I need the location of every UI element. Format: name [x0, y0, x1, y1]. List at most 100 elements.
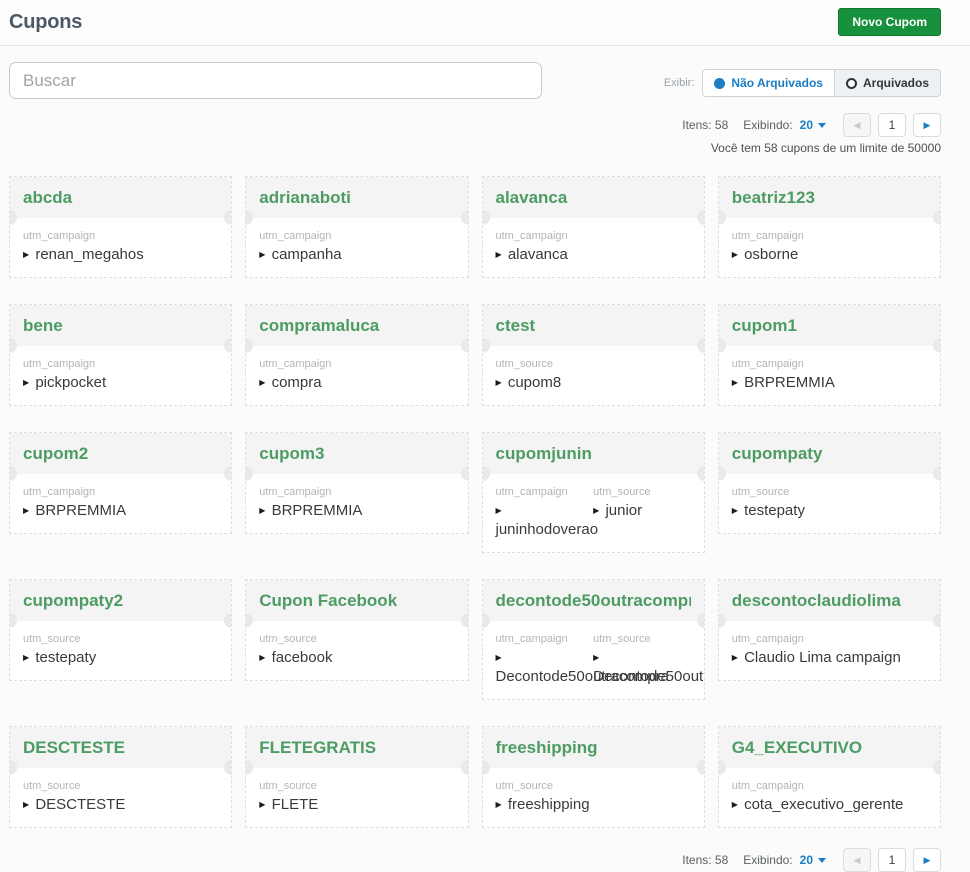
coupon-card[interactable]: abcda utm_campaign ▶ renan_megahos — [9, 176, 232, 278]
caret-down-icon — [818, 858, 826, 863]
new-coupon-button[interactable]: Novo Cupom — [838, 8, 941, 36]
current-page-button[interactable]: 1 — [878, 848, 906, 872]
utm-field: utm_campaign▶ Decontode50outracompra — [496, 630, 594, 686]
coupon-card-header: cupompaty2 — [10, 580, 231, 621]
coupon-card[interactable]: Cupon Facebook utm_source▶ facebook — [245, 579, 468, 681]
caret-right-icon: ▶ — [259, 653, 265, 662]
utm-field: utm_campaign▶ juninhodoverao — [496, 483, 594, 539]
radio-selected-icon — [714, 78, 725, 89]
current-page-number: 1 — [889, 853, 896, 867]
utm-field: utm_campaign▶ campanha — [259, 227, 454, 264]
caret-left-icon: ◀ — [854, 856, 861, 865]
toggle-archived-label: Arquivados — [863, 76, 929, 90]
radio-unselected-icon — [846, 78, 857, 89]
utm-field: utm_source▶ testepaty — [732, 483, 927, 520]
toggle-not-archived-label: Não Arquivados — [731, 76, 823, 90]
coupon-card-body: utm_campaign▶ BRPREMMIA — [719, 346, 940, 405]
coupon-card[interactable]: cupomjunin utm_campaign▶ juninhodoveraou… — [482, 432, 705, 553]
utm-field: utm_campaign▶ pickpocket — [23, 355, 218, 392]
coupon-title: ctest — [496, 316, 691, 336]
coupon-card-header: cupom3 — [246, 433, 467, 474]
utm-field: utm_campaign▶ Claudio Lima campaign — [732, 630, 927, 667]
utm-field: utm_campaign ▶ renan_megahos — [23, 227, 218, 264]
prev-page-button[interactable]: ◀ — [843, 113, 871, 137]
page-size-dropdown[interactable]: 20 — [800, 118, 826, 132]
coupon-card-body: utm_campaign▶ cota_executivo_gerente — [719, 768, 940, 827]
coupon-card[interactable]: descontoclaudiolima utm_campaign▶ Claudi… — [718, 579, 941, 681]
next-page-button[interactable]: ▶ — [913, 113, 941, 137]
caret-right-icon: ▶ — [23, 506, 29, 515]
utm-field-value: ▶ renan_megahos — [23, 245, 218, 264]
caret-right-icon: ▶ — [259, 378, 265, 387]
coupon-card-header: bene — [10, 305, 231, 346]
page-size-dropdown[interactable]: 20 — [800, 853, 826, 867]
coupon-title: alavanca — [496, 188, 691, 208]
caret-right-icon: ▶ — [23, 378, 29, 387]
ticket-notch-right — [224, 466, 232, 481]
next-page-button[interactable]: ▶ — [913, 848, 941, 872]
caret-right-icon: ▶ — [924, 121, 931, 130]
coupon-card[interactable]: cupompaty2 utm_source▶ testepaty — [9, 579, 232, 681]
coupon-title: cupompaty — [732, 444, 927, 464]
coupon-title: cupom1 — [732, 316, 927, 336]
coupon-card[interactable]: cupom1 utm_campaign▶ BRPREMMIA — [718, 304, 941, 406]
coupon-card[interactable]: cupom3 utm_campaign▶ BRPREMMIA — [245, 432, 468, 534]
caret-right-icon: ▶ — [732, 378, 738, 387]
utm-field: utm_campaign▶ compra — [259, 355, 454, 392]
coupon-card[interactable]: G4_EXECUTIVO utm_campaign▶ cota_executiv… — [718, 726, 941, 828]
coupon-card[interactable]: adrianaboti utm_campaign▶ campanha — [245, 176, 468, 278]
utm-field: utm_source▶ cupom8 — [496, 355, 691, 392]
coupon-title: DESCTESTE — [23, 738, 218, 758]
coupon-card-body: utm_campaign ▶ renan_megahos — [10, 218, 231, 277]
pagination-top-row: Itens: 58 Exibindo: 20 ◀ 1 ▶ — [682, 113, 941, 137]
page-size-value: 20 — [800, 118, 813, 132]
coupon-card-body: utm_campaign▶ compra — [246, 346, 467, 405]
utm-field-label: utm_source — [259, 780, 454, 793]
utm-field: utm_source▶ facebook — [259, 630, 454, 667]
caret-right-icon: ▶ — [23, 800, 29, 809]
coupon-card[interactable]: decontode50outracompra utm_campaign▶ Dec… — [482, 579, 705, 700]
coupon-card[interactable]: beatriz123 utm_campaign▶ osborne — [718, 176, 941, 278]
utm-field-value: ▶ testepaty — [732, 501, 927, 520]
coupon-card[interactable]: alavanca utm_campaign▶ alavanca — [482, 176, 705, 278]
coupon-card[interactable]: FLETEGRATIS utm_source▶ FLETE — [245, 726, 468, 828]
utm-field-label: utm_campaign — [496, 633, 594, 646]
ticket-notch-right — [224, 338, 232, 353]
prev-page-button[interactable]: ◀ — [843, 848, 871, 872]
utm-field-value: ▶ cupom8 — [496, 373, 691, 392]
coupon-card-body: utm_source▶ freeshipping — [483, 768, 704, 827]
coupon-card-header: abcda — [10, 177, 231, 218]
coupon-card[interactable]: ctest utm_source▶ cupom8 — [482, 304, 705, 406]
utm-field-label: utm_source — [259, 633, 454, 646]
caret-right-icon: ▶ — [496, 800, 502, 809]
utm-field-value: ▶ juninhodoverao — [496, 501, 594, 539]
utm-field-label: utm_source — [593, 633, 691, 646]
caret-down-icon — [818, 123, 826, 128]
toggle-not-archived[interactable]: Não Arquivados — [703, 70, 835, 96]
utm-field-label: utm_campaign — [259, 230, 454, 243]
caret-right-icon: ▶ — [496, 378, 502, 387]
coupon-card[interactable]: compramaluca utm_campaign▶ compra — [245, 304, 468, 406]
coupon-title: bene — [23, 316, 218, 336]
coupon-card-body: utm_source▶ facebook — [246, 621, 467, 680]
coupon-title: G4_EXECUTIVO — [732, 738, 927, 758]
coupon-title: cupom2 — [23, 444, 218, 464]
coupon-card-body: utm_campaign▶ BRPREMMIA — [246, 474, 467, 533]
toggle-archived[interactable]: Arquivados — [835, 70, 940, 96]
utm-field-label: utm_campaign — [23, 230, 218, 243]
coupon-card-header: beatriz123 — [719, 177, 940, 218]
coupon-card[interactable]: freeshipping utm_source▶ freeshipping — [482, 726, 705, 828]
coupon-card[interactable]: DESCTESTE utm_source▶ DESCTESTE — [9, 726, 232, 828]
search-input[interactable] — [9, 62, 542, 99]
pagination-bottom: Itens: 58 Exibindo: 20 ◀ 1 ▶ — [9, 848, 941, 872]
coupon-card[interactable]: bene utm_campaign▶ pickpocket — [9, 304, 232, 406]
utm-field-label: utm_source — [496, 780, 691, 793]
coupon-card-header: compramaluca — [246, 305, 467, 346]
coupon-card-body: utm_source▶ cupom8 — [483, 346, 704, 405]
coupon-card-header: ctest — [483, 305, 704, 346]
coupon-card-body: utm_campaign▶ osborne — [719, 218, 940, 277]
coupon-card[interactable]: cupom2 utm_campaign▶ BRPREMMIA — [9, 432, 232, 534]
coupon-title: descontoclaudiolima — [732, 591, 927, 611]
current-page-button[interactable]: 1 — [878, 113, 906, 137]
coupon-card[interactable]: cupompaty utm_source▶ testepaty — [718, 432, 941, 534]
